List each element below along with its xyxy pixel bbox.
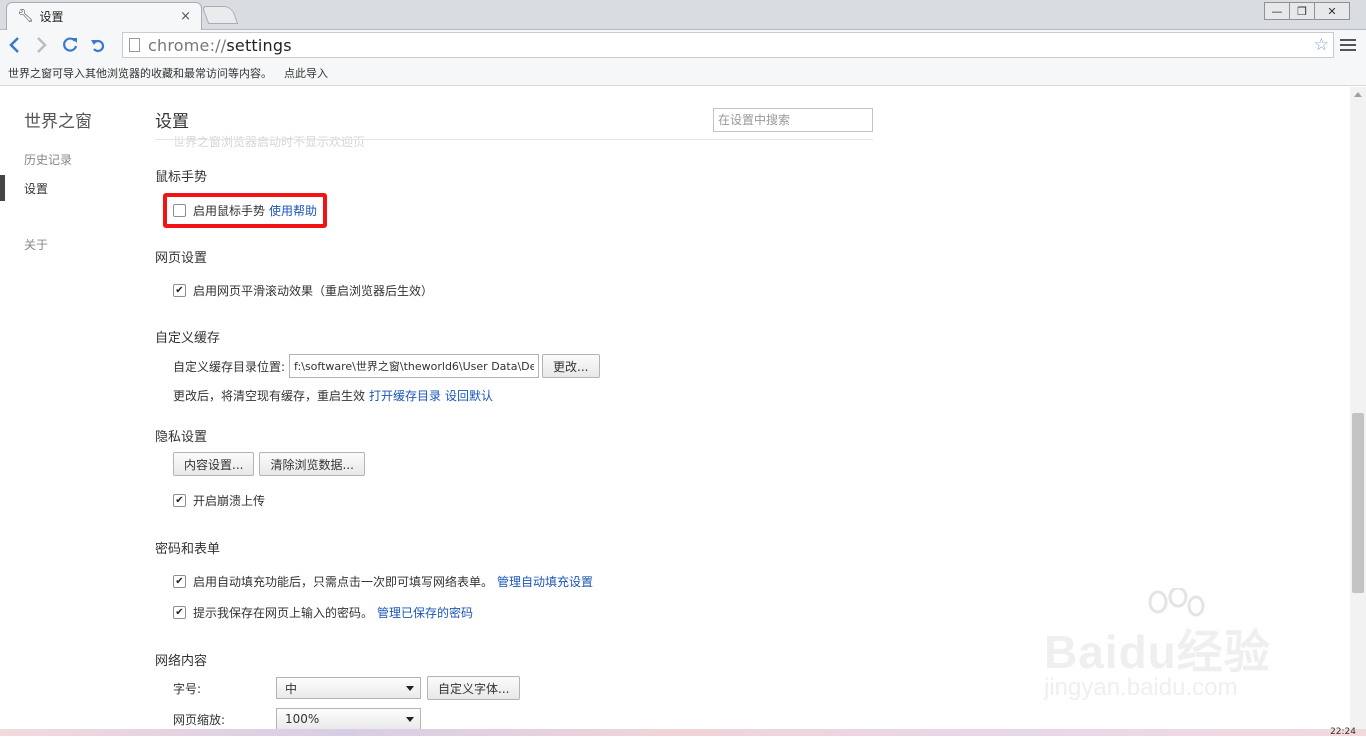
- manage-passwords-link[interactable]: 管理已保存的密码: [377, 604, 473, 621]
- smooth-scroll-label: 启用网页平滑滚动效果（重启浏览器后生效）: [193, 284, 434, 298]
- autofill-checkbox[interactable]: [173, 575, 186, 588]
- sidebar-active-marker: [0, 175, 5, 201]
- header-divider: [155, 139, 873, 140]
- menu-bar-icon: [1340, 44, 1356, 46]
- address-bar[interactable]: chrome://settings ☆: [122, 32, 1334, 58]
- autofill-row: 启用自动填充功能后，只需点击一次即可填写网络表单。 管理自动填充设置: [173, 573, 593, 590]
- close-window-button[interactable]: ✕: [1314, 2, 1350, 20]
- cache-dir-field[interactable]: [289, 354, 540, 378]
- menu-bar-icon: [1340, 49, 1356, 51]
- bookmark-star-icon[interactable]: ☆: [1314, 35, 1329, 55]
- reload-button[interactable]: [56, 31, 84, 59]
- privacy-buttons-row: 内容设置... 清除浏览数据...: [173, 452, 365, 476]
- font-size-row: 字号: 中 自定义字体...: [173, 676, 521, 700]
- import-link[interactable]: 点此导入: [284, 65, 328, 81]
- window-controls: — ❐ ✕: [1264, 2, 1350, 20]
- cache-note: 更改后，将清空现有缓存，重启生效: [173, 389, 366, 403]
- dropdown-arrow-icon: [406, 686, 414, 691]
- sidebar-item-settings[interactable]: 设置: [24, 180, 48, 197]
- undo-icon: [91, 39, 105, 53]
- tab-settings[interactable]: 🔧︎ 设置 ×: [6, 2, 202, 30]
- cache-note-row: 更改后，将清空现有缓存，重启生效 打开缓存目录 设回默认: [173, 387, 493, 404]
- tab-close-icon[interactable]: ×: [180, 9, 191, 24]
- scrolled-under-text: 世界之窗浏览器启动时不显示欢迎页: [173, 135, 366, 149]
- save-password-checkbox[interactable]: [173, 606, 186, 619]
- sidebar-item-history[interactable]: 历史记录: [24, 151, 72, 168]
- save-password-label: 提示我保存在网页上输入的密码。: [193, 606, 374, 620]
- autofill-label: 启用自动填充功能后，只需点击一次即可填写网络表单。: [193, 575, 494, 589]
- minimize-button[interactable]: —: [1264, 2, 1290, 20]
- sidebar-brand: 世界之窗: [24, 112, 92, 132]
- save-password-row: 提示我保存在网页上输入的密码。 管理已保存的密码: [173, 604, 473, 621]
- crash-upload-checkbox[interactable]: [173, 494, 186, 507]
- section-title-passwords: 密码和表单: [155, 542, 221, 557]
- cache-dir-row: 自定义缓存目录位置: 更改...: [173, 354, 600, 378]
- page-title: 设置: [155, 112, 189, 132]
- wrench-icon: 🔧︎: [17, 9, 34, 24]
- url-text[interactable]: chrome://settings: [148, 36, 1314, 55]
- forward-button[interactable]: [28, 31, 56, 59]
- font-size-select[interactable]: 中: [276, 677, 421, 699]
- mouse-gesture-help-link[interactable]: 使用帮助: [269, 202, 317, 219]
- scrollbar-thumb[interactable]: [1352, 413, 1364, 593]
- clear-browsing-data-button[interactable]: 清除浏览数据...: [259, 452, 365, 476]
- section-title-cache: 自定义缓存: [155, 331, 221, 346]
- section-title-privacy: 隐私设置: [155, 430, 208, 445]
- custom-font-button[interactable]: 自定义字体...: [427, 676, 521, 700]
- mouse-gesture-checkbox[interactable]: [173, 204, 186, 217]
- watermark-url: jingyan.baidu.com: [1044, 674, 1238, 701]
- cache-change-button[interactable]: 更改...: [542, 354, 600, 378]
- url-path: settings: [226, 35, 292, 55]
- menu-bar-icon: [1340, 39, 1356, 41]
- restore-button[interactable]: ❐: [1289, 2, 1315, 20]
- content-settings-button[interactable]: 内容设置...: [173, 452, 255, 476]
- title-bar: 🔧︎ 设置 × — ❐ ✕: [0, 0, 1366, 30]
- page-icon: [129, 38, 140, 52]
- sidebar-item-about[interactable]: 关于: [24, 236, 48, 253]
- crash-upload-row: 开启崩溃上传: [173, 492, 265, 509]
- zoom-label: 网页缩放:: [173, 712, 226, 727]
- reload-icon: [63, 37, 78, 52]
- section-title-webpage: 网页设置: [155, 251, 208, 266]
- sidebar: 世界之窗 历史记录 设置 关于: [0, 87, 140, 736]
- page-scrollbar[interactable]: [1350, 87, 1366, 736]
- smooth-scroll-checkbox[interactable]: [173, 284, 186, 297]
- font-size-value: 中: [285, 681, 298, 696]
- zoom-select[interactable]: 100%: [276, 708, 421, 730]
- dropdown-arrow-icon: [406, 717, 414, 722]
- infobar-message: 世界之窗可导入其他浏览器的收藏和最常访问等内容。: [8, 66, 272, 80]
- manage-autofill-link[interactable]: 管理自动填充设置: [497, 573, 593, 590]
- baidu-watermark: Baidu经验 jingyan.baidu.com: [1044, 588, 1294, 708]
- import-infobar: 世界之窗可导入其他浏览器的收藏和最常访问等内容。 点此导入: [0, 60, 1366, 86]
- zoom-row: 网页缩放: 100%: [173, 708, 421, 730]
- menu-button[interactable]: [1340, 36, 1356, 54]
- back-button[interactable]: [0, 31, 28, 59]
- settings-search-input[interactable]: [713, 108, 873, 132]
- url-scheme: chrome://: [148, 35, 227, 55]
- mouse-gesture-row: 启用鼠标手势 使用帮助: [173, 202, 317, 219]
- section-title-mouse-gesture: 鼠标手势: [155, 170, 208, 185]
- toolbar: chrome://settings ☆: [0, 30, 1366, 60]
- scroll-up-arrow-icon[interactable]: [1354, 92, 1362, 97]
- zoom-value: 100%: [285, 712, 320, 726]
- watermark-brand: Baidu经验: [1044, 626, 1271, 678]
- cache-dir-label: 自定义缓存目录位置:: [173, 359, 286, 374]
- back-arrow-icon: [9, 37, 19, 53]
- new-tab-button[interactable]: [201, 6, 239, 24]
- font-size-label: 字号:: [173, 681, 202, 696]
- crash-upload-label: 开启崩溃上传: [193, 494, 266, 508]
- open-cache-dir-link[interactable]: 打开缓存目录: [369, 387, 441, 404]
- taskbar-strip: [0, 729, 1366, 736]
- smooth-scroll-row: 启用网页平滑滚动效果（重启浏览器后生效）: [173, 282, 433, 299]
- section-title-web-content: 网络内容: [155, 654, 208, 669]
- reset-cache-default-link[interactable]: 设回默认: [445, 387, 493, 404]
- mouse-gesture-label: 启用鼠标手势: [193, 204, 266, 218]
- tab-title: 设置: [39, 10, 64, 24]
- undo-close-button[interactable]: [84, 31, 112, 59]
- forward-arrow-icon: [37, 37, 47, 53]
